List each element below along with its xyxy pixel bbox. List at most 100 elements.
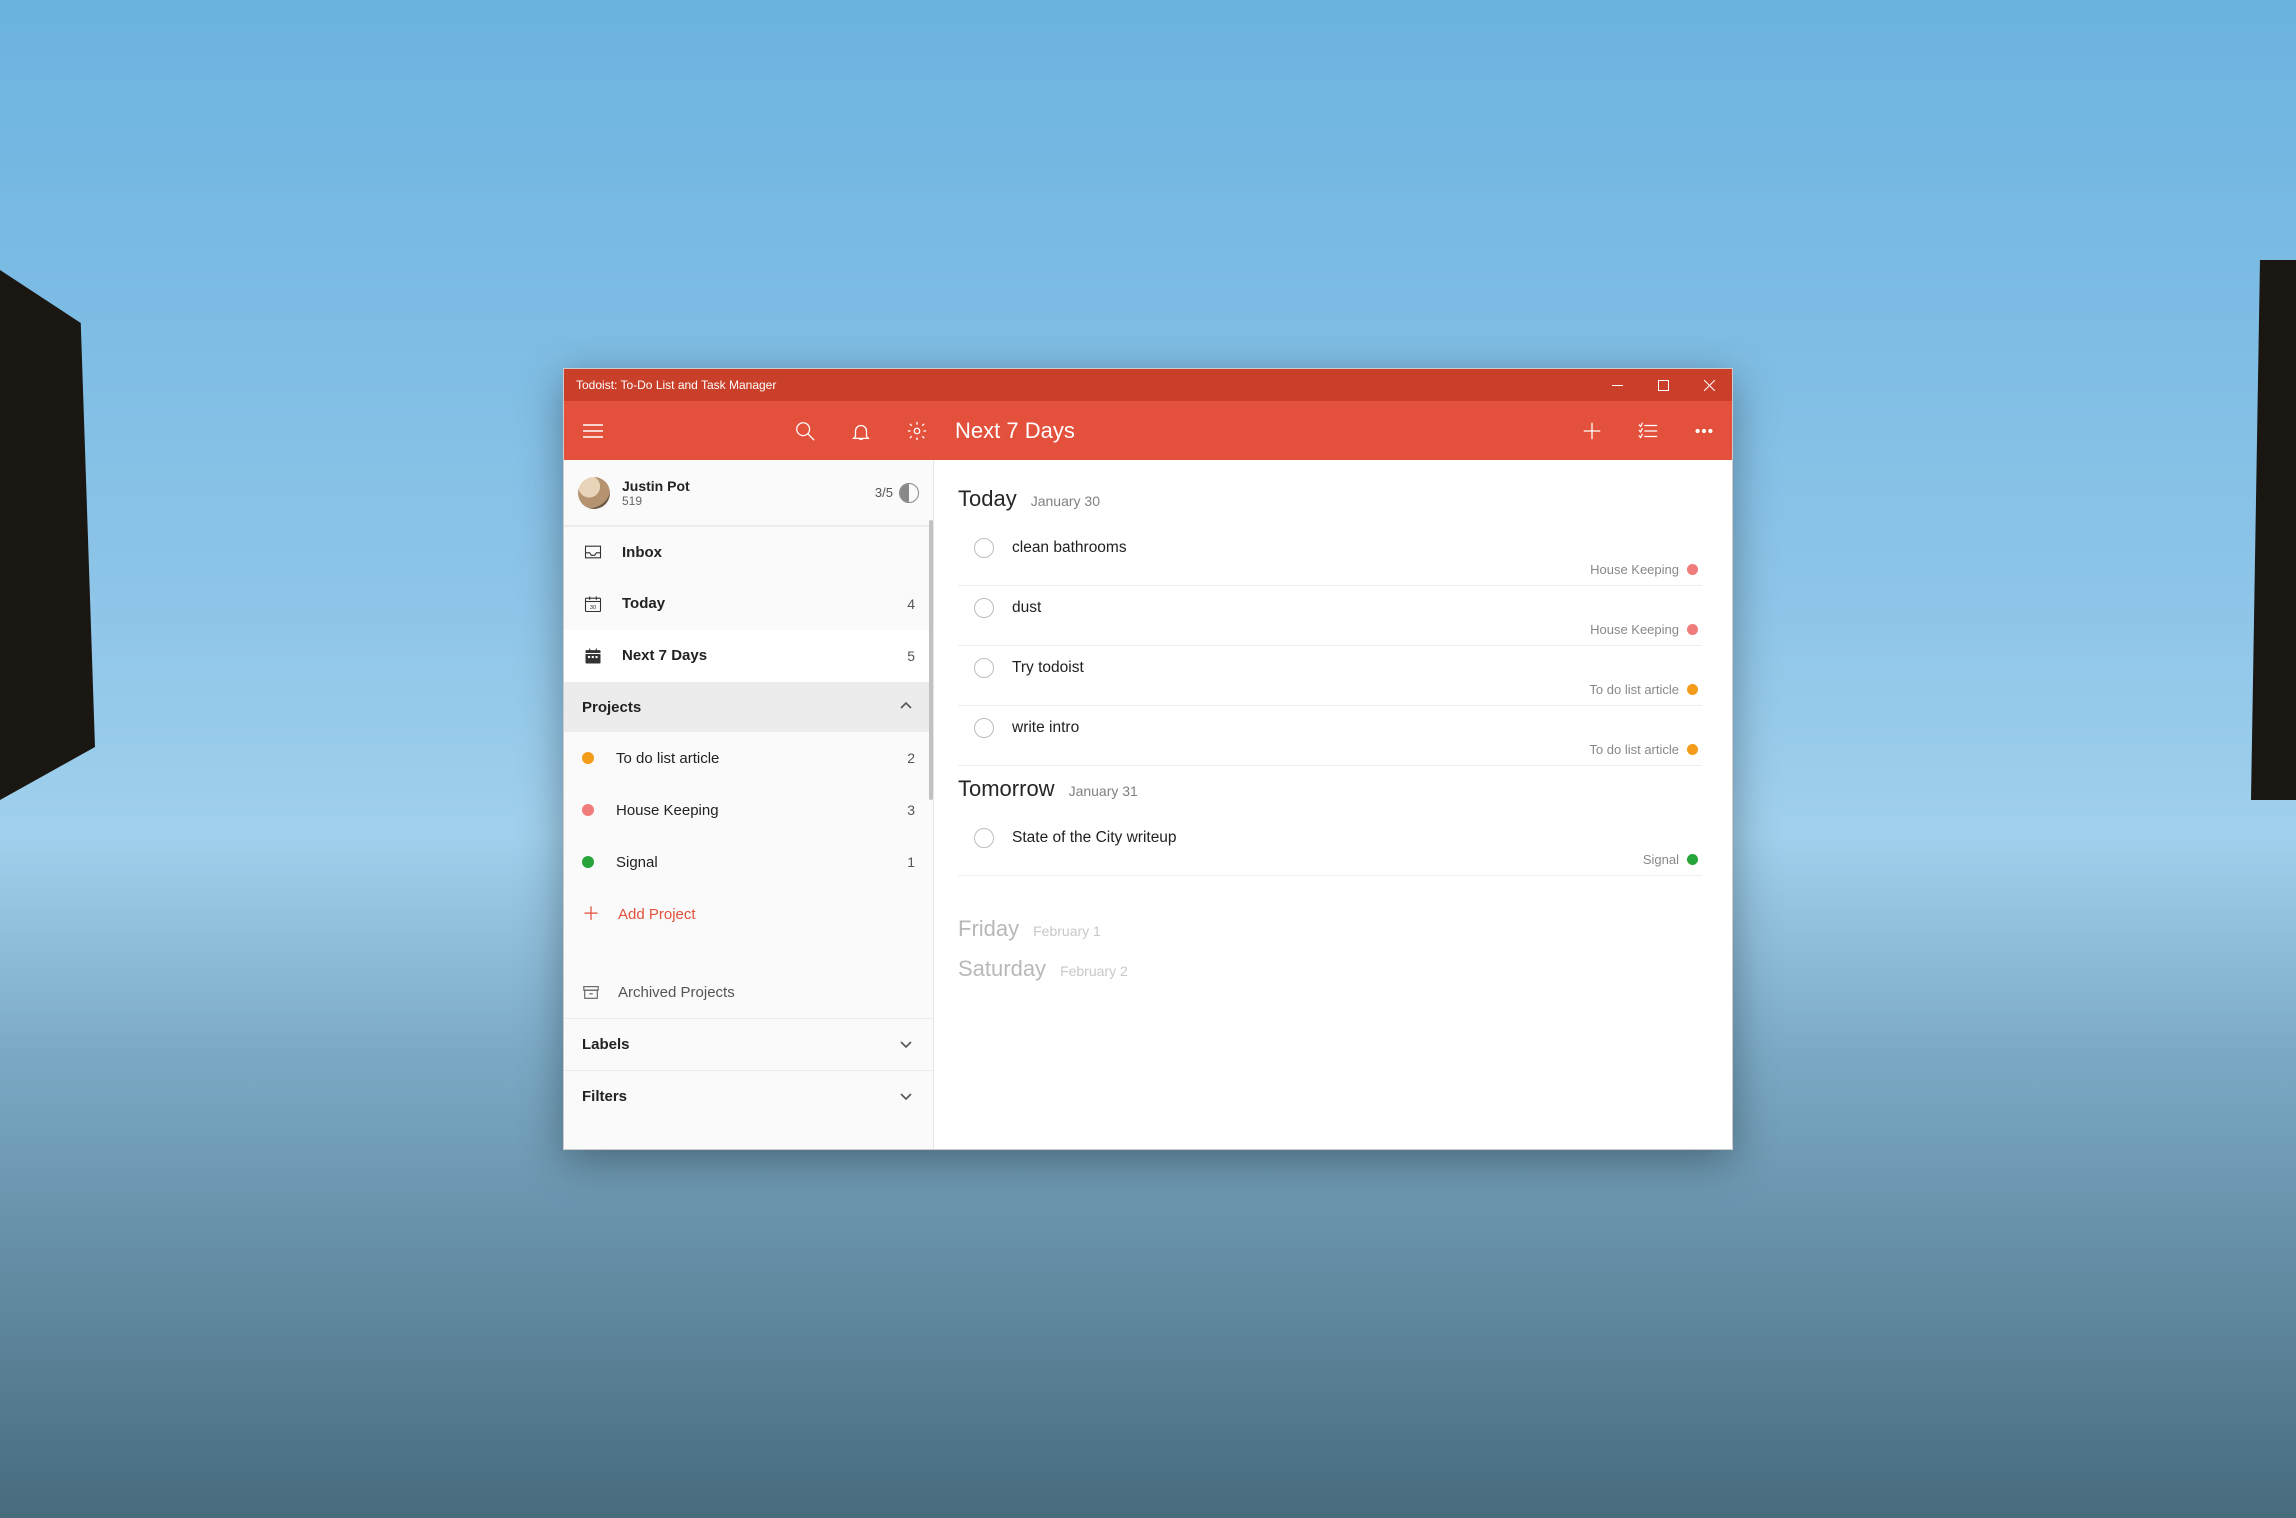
task-item[interactable]: State of the City writeup Signal: [958, 816, 1702, 876]
daily-goal-text: 3/5: [875, 485, 893, 500]
task-checkbox[interactable]: [974, 538, 994, 558]
project-label: To do list article: [616, 750, 907, 767]
filters-section-header[interactable]: Filters: [564, 1070, 933, 1122]
task-checkbox[interactable]: [974, 598, 994, 618]
plus-icon: ＋: [582, 905, 600, 923]
add-task-button[interactable]: [1564, 401, 1620, 460]
task-project-color-dot: [1687, 684, 1698, 695]
task-project-color-dot: [1687, 564, 1698, 575]
project-color-dot: [582, 752, 594, 764]
projects-section-header[interactable]: Projects: [564, 682, 933, 732]
task-title: clean bathrooms: [1012, 539, 1702, 557]
sidebar-item-today[interactable]: 30 Today 4: [564, 578, 933, 630]
more-button[interactable]: [1676, 401, 1732, 460]
task-item[interactable]: write intro To do list article: [958, 706, 1702, 766]
progress-pie-icon: [899, 483, 919, 503]
task-project-color-dot: [1687, 744, 1698, 755]
sidebar-item-label: Today: [622, 595, 889, 612]
project-count: 2: [907, 750, 915, 766]
task-project-label: Signal: [1643, 852, 1679, 867]
day-header: Tomorrow January 31: [958, 776, 1702, 802]
window-titlebar: Todoist: To-Do List and Task Manager: [564, 369, 1732, 401]
section-label: Labels: [582, 1036, 899, 1053]
project-item[interactable]: House Keeping3: [564, 784, 933, 836]
project-label: House Keeping: [616, 802, 907, 819]
sidebar-scrollbar[interactable]: [929, 520, 933, 800]
sidebar-item-label: Inbox: [622, 544, 897, 561]
project-color-dot: [582, 804, 594, 816]
project-count: 3: [907, 802, 915, 818]
day-date: February 2: [1060, 963, 1128, 979]
section-label: Filters: [582, 1088, 899, 1105]
avatar: [578, 477, 610, 509]
karma-points: 519: [622, 494, 875, 508]
task-item[interactable]: Try todoist To do list article: [958, 646, 1702, 706]
sidebar-item-label: Next 7 Days: [622, 647, 889, 664]
window-minimize-button[interactable]: [1594, 369, 1640, 401]
menu-button[interactable]: [564, 401, 622, 460]
day-date: February 1: [1033, 923, 1101, 939]
task-item[interactable]: clean bathrooms House Keeping: [958, 526, 1702, 586]
task-checkbox[interactable]: [974, 658, 994, 678]
toolbar: Next 7 Days: [564, 401, 1732, 460]
main-content: Today January 30 clean bathrooms House Keep…: [934, 460, 1732, 1149]
inbox-icon: [582, 542, 604, 562]
window-close-button[interactable]: [1686, 369, 1732, 401]
add-project-button[interactable]: ＋ Add Project: [564, 888, 933, 940]
day-name: Saturday: [958, 956, 1046, 982]
day-header: Today January 30: [958, 486, 1702, 512]
view-title: Next 7 Days: [955, 418, 1564, 444]
window-title: Todoist: To-Do List and Task Manager: [576, 378, 776, 392]
project-label: Signal: [616, 854, 907, 871]
task-project-label: To do list article: [1589, 682, 1679, 697]
chevron-down-icon: [899, 1089, 915, 1105]
labels-section-header[interactable]: Labels: [564, 1018, 933, 1070]
user-profile-row[interactable]: Justin Pot 519 3/5: [564, 460, 933, 526]
project-item[interactable]: Signal1: [564, 836, 933, 888]
task-project-label: House Keeping: [1590, 562, 1679, 577]
chevron-up-icon: [899, 699, 915, 715]
task-project-label: To do list article: [1589, 742, 1679, 757]
user-name: Justin Pot: [622, 478, 875, 494]
task-title: dust: [1012, 599, 1702, 617]
archived-projects-button[interactable]: Archived Projects: [564, 966, 933, 1018]
app-body: Justin Pot 519 3/5 Inbox 30 To: [564, 460, 1732, 1149]
svg-text:30: 30: [590, 605, 597, 611]
calendar-week-icon: [582, 646, 604, 666]
sidebar-item-next7days[interactable]: Next 7 Days 5: [564, 630, 933, 682]
task-checkbox[interactable]: [974, 718, 994, 738]
notifications-button[interactable]: [833, 401, 889, 460]
window-maximize-button[interactable]: [1640, 369, 1686, 401]
sort-button[interactable]: [1620, 401, 1676, 460]
app-window: Todoist: To-Do List and Task Manager Nex…: [563, 368, 1733, 1150]
task-title: write intro: [1012, 719, 1702, 737]
day-name: Today: [958, 486, 1017, 512]
sidebar: Justin Pot 519 3/5 Inbox 30 To: [564, 460, 934, 1149]
day-name: Friday: [958, 916, 1019, 942]
task-project-label: House Keeping: [1590, 622, 1679, 637]
task-title: State of the City writeup: [1012, 829, 1702, 847]
archived-label: Archived Projects: [618, 984, 735, 1001]
task-project-color-dot: [1687, 624, 1698, 635]
add-project-label: Add Project: [618, 906, 696, 923]
day-header: Saturday February 2: [958, 956, 1702, 982]
settings-button[interactable]: [889, 401, 945, 460]
task-checkbox[interactable]: [974, 828, 994, 848]
task-item[interactable]: dust House Keeping: [958, 586, 1702, 646]
task-project-color-dot: [1687, 854, 1698, 865]
sidebar-item-count: 5: [907, 648, 915, 664]
chevron-down-icon: [899, 1037, 915, 1053]
search-button[interactable]: [777, 401, 833, 460]
day-date: January 30: [1031, 493, 1100, 509]
project-color-dot: [582, 856, 594, 868]
daily-goal: 3/5: [875, 483, 919, 503]
calendar-today-icon: 30: [582, 594, 604, 614]
day-header: Friday February 1: [958, 916, 1702, 942]
task-title: Try todoist: [1012, 659, 1702, 677]
day-name: Tomorrow: [958, 776, 1055, 802]
sidebar-item-inbox[interactable]: Inbox: [564, 526, 933, 578]
archive-icon: [582, 983, 600, 1001]
day-date: January 31: [1069, 783, 1138, 799]
sidebar-item-count: 4: [907, 596, 915, 612]
project-item[interactable]: To do list article2: [564, 732, 933, 784]
